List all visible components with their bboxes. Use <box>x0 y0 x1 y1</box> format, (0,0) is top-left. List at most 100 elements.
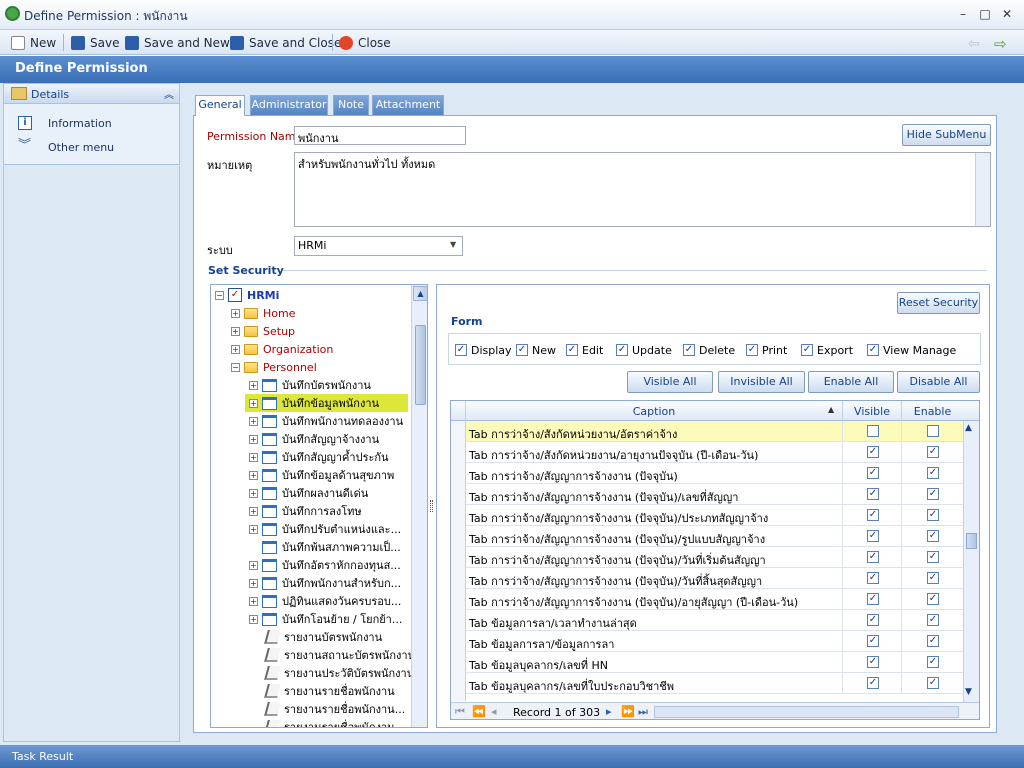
close-button[interactable]: Close <box>339 34 391 51</box>
note-textarea[interactable]: สำหรับพนักงานทั่วไป ทั้งหมด <box>294 152 991 227</box>
permission-checkbox[interactable]: ✓ Update <box>616 342 672 358</box>
expand-icon[interactable]: + <box>249 488 258 498</box>
splitter-handle[interactable] <box>430 500 433 512</box>
disable-all-button[interactable]: Disable All <box>897 371 980 393</box>
tree-form-item[interactable]: + บันทึกพนักงานทดลองงาน <box>249 412 403 430</box>
expand-icon[interactable]: + <box>249 596 258 606</box>
table-row[interactable]: Tab การว่าจ้าง/สังกัดหน่วยงาน/อัตราค่าจ้… <box>466 421 964 442</box>
tree-scrollbar[interactable]: ▲ <box>411 285 427 727</box>
expand-icon[interactable]: + <box>249 398 258 408</box>
permission-checkbox[interactable]: ✓ Print <box>746 342 787 358</box>
visible-checkbox[interactable]: ✓ <box>867 614 879 626</box>
permission-checkbox[interactable]: ✓ Edit <box>566 342 603 358</box>
expand-icon[interactable]: + <box>249 380 258 390</box>
expand-icon[interactable]: + <box>249 470 258 480</box>
expand-icon[interactable]: + <box>249 506 258 516</box>
next-record-icon[interactable]: ▸ <box>606 705 612 718</box>
sidebar-item-information[interactable]: i Information <box>18 113 112 133</box>
visible-checkbox[interactable]: ✓ <box>867 551 879 563</box>
checkbox-checked-icon[interactable]: ✓ <box>455 344 467 356</box>
horizontal-scrollbar[interactable] <box>654 706 959 718</box>
enable-checkbox[interactable]: ✓ <box>927 551 939 563</box>
enable-checkbox[interactable]: ✓ <box>927 446 939 458</box>
table-row[interactable]: Tab ข้อมูลการลา/เวลาทำงานล่าสุด ✓ ✓ <box>466 610 964 631</box>
table-row[interactable]: Tab ข้อมูลบุคลากร/เลขที่ใบประกอบวิชาชีพ ✓… <box>466 673 964 694</box>
checkbox-checked-icon[interactable]: ✓ <box>566 344 578 356</box>
tree-form-item[interactable]: + ปฏิทินแสดงวันครบรอบ... <box>249 592 401 610</box>
caption-column-header[interactable]: Caption <box>466 405 842 418</box>
collapse-icon[interactable]: − <box>231 362 240 372</box>
system-select[interactable]: HRMi ▼ <box>294 236 463 256</box>
tree-report-item[interactable]: รายงานประวัติบัตรพนักงาน <box>264 664 414 682</box>
expand-icon[interactable]: + <box>249 560 258 570</box>
details-pane-header[interactable]: Details ︽ <box>4 84 179 104</box>
tree-form-item[interactable]: + บันทึกโอนย้าย / โยกย้า... <box>249 610 402 628</box>
first-record-icon[interactable]: ⏮ <box>455 705 465 719</box>
scroll-down-icon[interactable]: ▼ <box>965 687 972 697</box>
tab-general[interactable]: General <box>195 95 245 116</box>
visible-all-button[interactable]: Visible All <box>627 371 713 393</box>
enable-checkbox[interactable]: ✓ <box>927 593 939 605</box>
scroll-thumb[interactable] <box>966 533 977 549</box>
expand-icon[interactable]: + <box>231 308 240 318</box>
visible-checkbox[interactable]: ✓ <box>867 572 879 584</box>
tree-folder[interactable]: + Setup <box>231 322 295 340</box>
menu-tree[interactable]: − ✓ HRMi + Home + Setup + Organization − Person… <box>210 284 428 728</box>
visible-checkbox[interactable]: ✓ <box>867 509 879 521</box>
scroll-thumb[interactable] <box>415 325 426 405</box>
prev-record-icon[interactable]: ◂ <box>491 705 497 718</box>
enable-checkbox[interactable]: ✓ <box>927 572 939 584</box>
note-scrollbar[interactable] <box>975 153 990 226</box>
visible-checkbox[interactable] <box>867 425 879 437</box>
next-page-icon[interactable]: ⏩ <box>621 705 635 718</box>
tree-report-item[interactable]: รายงานรายชื่อพนักงาน... <box>264 700 405 718</box>
expand-icon[interactable]: + <box>249 434 258 444</box>
save-and-close-button[interactable]: Save and Close <box>230 34 341 51</box>
table-row[interactable]: Tab การว่าจ้าง/สัญญาการจ้างงาน (ปัจจุบัน… <box>466 484 964 505</box>
visible-checkbox[interactable]: ✓ <box>867 530 879 542</box>
permission-checkbox[interactable]: ✓ View Manage <box>867 342 956 358</box>
permission-name-input[interactable]: พนักงาน <box>294 126 466 145</box>
save-and-new-button[interactable]: Save and New <box>125 34 230 51</box>
prev-page-icon[interactable]: ⏪ <box>472 705 486 718</box>
enable-checkbox[interactable]: ✓ <box>927 635 939 647</box>
hide-submenu-button[interactable]: Hide SubMenu <box>902 124 991 146</box>
tree-form-item[interactable]: + บันทึกพนักงานสำหรับก... <box>249 574 401 592</box>
tree-folder[interactable]: + Home <box>231 304 295 322</box>
checkbox-checked-icon[interactable]: ✓ <box>867 344 879 356</box>
table-row[interactable]: Tab การว่าจ้าง/สัญญาการจ้างงาน (ปัจจุบัน… <box>466 589 964 610</box>
reset-security-button[interactable]: Reset Security <box>897 292 980 314</box>
permission-checkbox[interactable]: ✓ Delete <box>683 342 735 358</box>
table-row[interactable]: Tab การว่าจ้าง/สัญญาการจ้างงาน (ปัจจุบัน… <box>466 505 964 526</box>
visible-checkbox[interactable]: ✓ <box>867 593 879 605</box>
enable-checkbox[interactable]: ✓ <box>927 509 939 521</box>
expand-icon[interactable]: + <box>249 416 258 426</box>
table-row[interactable]: Tab การว่าจ้าง/สัญญาการจ้างงาน (ปัจจุบัน… <box>466 526 964 547</box>
invisible-all-button[interactable]: Invisible All <box>718 371 805 393</box>
enable-column-header[interactable]: Enable <box>902 405 963 418</box>
visible-checkbox[interactable]: ✓ <box>867 656 879 668</box>
tree-form-item[interactable]: + บันทึกสัญญาค้ำประกัน <box>249 448 389 466</box>
new-button[interactable]: New <box>11 34 56 51</box>
visible-checkbox[interactable]: ✓ <box>867 446 879 458</box>
dropdown-arrow-icon[interactable]: ▼ <box>450 240 456 249</box>
enable-checkbox[interactable]: ✓ <box>927 467 939 479</box>
collapse-icon[interactable]: − <box>215 290 224 300</box>
table-row[interactable]: Tab การว่าจ้าง/สัญญาการจ้างงาน (ปัจจุบัน… <box>466 568 964 589</box>
maximize-icon[interactable]: □ <box>977 6 993 22</box>
expand-icon[interactable]: + <box>249 614 258 624</box>
table-row[interactable]: Tab ข้อมูลบุคลากร/เลขที่ HN ✓ ✓ <box>466 652 964 673</box>
tree-form-item[interactable]: + บันทึกผลงานดีเด่น <box>249 484 368 502</box>
tree-form-item[interactable]: บันทึกพ้นสภาพความเป็... <box>249 538 401 556</box>
expand-icon[interactable]: + <box>249 578 258 588</box>
table-row[interactable]: Tab การว่าจ้าง/สังกัดหน่วยงาน/อายุงานปัจ… <box>466 442 964 463</box>
tree-report-item[interactable]: รายงานสถานะบัตรพนักงาน <box>264 646 415 664</box>
collapse-chevron-icon[interactable]: ︽ <box>164 86 174 101</box>
tree-report-item[interactable]: รายงานบัตรพนักงาน <box>264 628 382 646</box>
permission-checkbox[interactable]: ✓ Display <box>455 342 512 358</box>
enable-checkbox[interactable]: ✓ <box>927 656 939 668</box>
close-window-icon[interactable]: ✕ <box>999 6 1015 22</box>
tab-attachment[interactable]: Attachment <box>372 95 444 115</box>
enable-checkbox[interactable]: ✓ <box>927 488 939 500</box>
tree-form-item[interactable]: + บันทึกปรับตำแหน่งและ... <box>249 520 401 538</box>
